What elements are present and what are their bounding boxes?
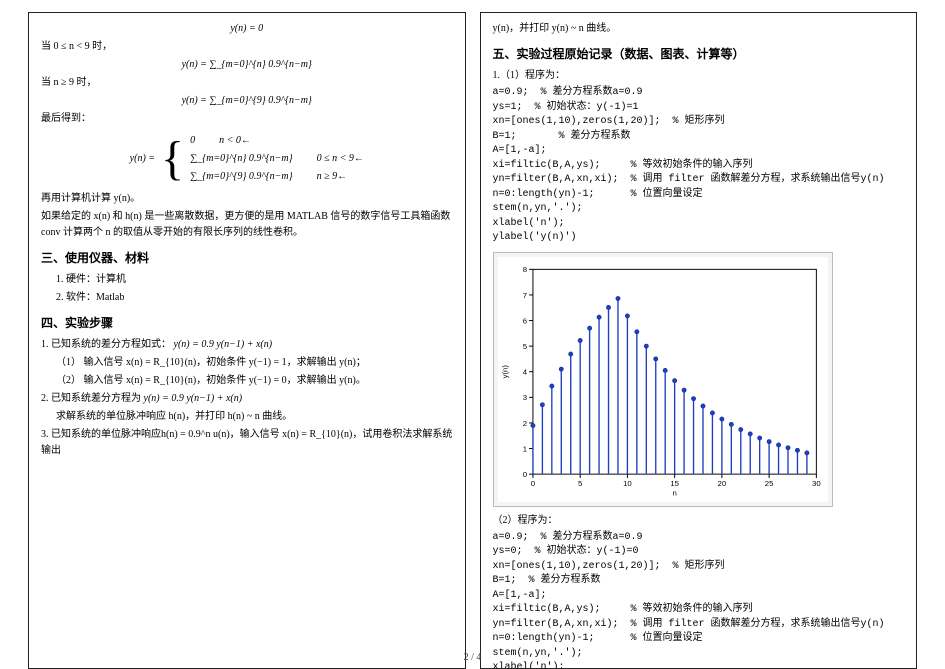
section-3-title: 三、使用仪器、材料 bbox=[41, 249, 453, 268]
stem-chart: 0 1 2 3 4 5 6 7 8 0 5 10 15 20 25 30 n y(n) bbox=[493, 252, 833, 507]
eq-y0: y(n) = 0 bbox=[41, 21, 453, 37]
svg-text:0: 0 bbox=[522, 470, 526, 479]
sec3-item2: 2. 软件：Matlab bbox=[41, 290, 453, 306]
piecewise-cases: 0n < 0← ∑_{m=0}^{n} 0.9^{n−m}0 ≤ n < 9← … bbox=[190, 133, 364, 185]
svg-text:20: 20 bbox=[717, 478, 726, 487]
case1-cond: 0 ≤ n < 9← bbox=[317, 151, 364, 167]
sec3-item1: 1. 硬件：计算机 bbox=[41, 272, 453, 288]
svg-text:7: 7 bbox=[522, 291, 526, 300]
step2a: 求解系统的单位脉冲响应 h(n)，并打印 h(n) ~ n 曲线。 bbox=[41, 409, 453, 425]
right-page: y(n)，并打印 y(n) ~ n 曲线。 五、实验过程原始记录（数据、图表、计… bbox=[480, 12, 918, 669]
case0-cond: n < 0← bbox=[219, 133, 251, 149]
svg-text:6: 6 bbox=[522, 316, 526, 325]
case1-expr: ∑_{m=0}^{n} 0.9^{n−m} bbox=[190, 151, 293, 167]
svg-text:2: 2 bbox=[522, 419, 526, 428]
svg-text:25: 25 bbox=[764, 478, 773, 487]
prog1-title: 1.（1）程序为： bbox=[493, 68, 905, 84]
topline: y(n)，并打印 y(n) ~ n 曲线。 bbox=[493, 21, 905, 37]
step3: 3. 已知系统的单位脉冲响应h(n) = 0.9^n u(n)，输入信号 x(n… bbox=[41, 427, 453, 459]
piecewise-lhs: y(n) = bbox=[130, 151, 155, 167]
step2: 2. 已知系统差分方程为 y(n) = 0.9 y(n−1) + x(n) bbox=[41, 391, 453, 407]
cond-range2: 当 n ≥ 9 时， bbox=[41, 75, 453, 91]
cond-range1: 当 0 ≤ n < 9 时， bbox=[41, 39, 453, 55]
svg-text:y(n): y(n) bbox=[500, 364, 509, 378]
brace-icon: { bbox=[161, 135, 184, 183]
code-block-1: a=0.9; % 差分方程系数a=0.9 ys=1; % 初始状态：y(-1)=… bbox=[493, 86, 905, 246]
eq-sum2: y(n) = ∑_{m=0}^{9} 0.9^{n−m} bbox=[41, 93, 453, 109]
piecewise-eq: y(n) = { 0 n < 0← ∑_{m=0}^{n} 0.9^{n−m} 0 … bbox=[41, 133, 453, 185]
code-block-2: a=0.9; % 差分方程系数a=0.9 ys=0; % 初始状态：y(-1)=… bbox=[493, 531, 905, 669]
step1a: （1） 输入信号 x(n) = R_{10}(n)，初始条件 y(−1) = 1… bbox=[41, 355, 453, 371]
svg-text:n: n bbox=[672, 488, 676, 497]
finally-label: 最后得到： bbox=[41, 111, 453, 127]
eq-sum1: y(n) = ∑_{m=0}^{n} 0.9^{n−m} bbox=[41, 57, 453, 73]
case2-cond: n ≥ 9← bbox=[317, 169, 348, 185]
case2-expr: ∑_{m=0}^{9} 0.9^{n−m} bbox=[190, 169, 293, 185]
section-5-title: 五、实验过程原始记录（数据、图表、计算等） bbox=[493, 45, 905, 64]
case0-expr: 0 bbox=[190, 133, 195, 149]
svg-text:30: 30 bbox=[812, 478, 821, 487]
svg-text:10: 10 bbox=[623, 478, 632, 487]
section-4-title: 四、实验步骤 bbox=[41, 314, 453, 333]
left-page: y(n) = 0 当 0 ≤ n < 9 时， y(n) = ∑_{m=0}^{… bbox=[28, 12, 466, 669]
step1b: （2） 输入信号 x(n) = R_{10}(n)，初始条件 y(−1) = 0… bbox=[41, 373, 453, 389]
calc-line: 再用计算机计算 y(n)。 bbox=[41, 191, 453, 207]
step1: 1. 已知系统的差分方程如式： y(n) = 0.9 y(n−1) + x(n) bbox=[41, 337, 453, 353]
svg-text:1: 1 bbox=[522, 444, 526, 453]
prog2-title: （2）程序为： bbox=[493, 513, 905, 529]
chart-svg: 0 1 2 3 4 5 6 7 8 0 5 10 15 20 25 30 n y(n) bbox=[498, 257, 828, 502]
svg-text:0: 0 bbox=[530, 478, 534, 487]
svg-text:5: 5 bbox=[578, 478, 582, 487]
svg-text:4: 4 bbox=[522, 367, 527, 376]
svg-text:5: 5 bbox=[522, 342, 526, 351]
page-number: 2 / 4 bbox=[0, 652, 945, 663]
conv-paragraph: 如果给定的 x(n) 和 h(n) 是一些离散数据，更方便的是用 MATLAB … bbox=[41, 209, 453, 241]
svg-text:15: 15 bbox=[670, 478, 679, 487]
svg-text:8: 8 bbox=[522, 265, 526, 274]
svg-text:3: 3 bbox=[522, 393, 526, 402]
